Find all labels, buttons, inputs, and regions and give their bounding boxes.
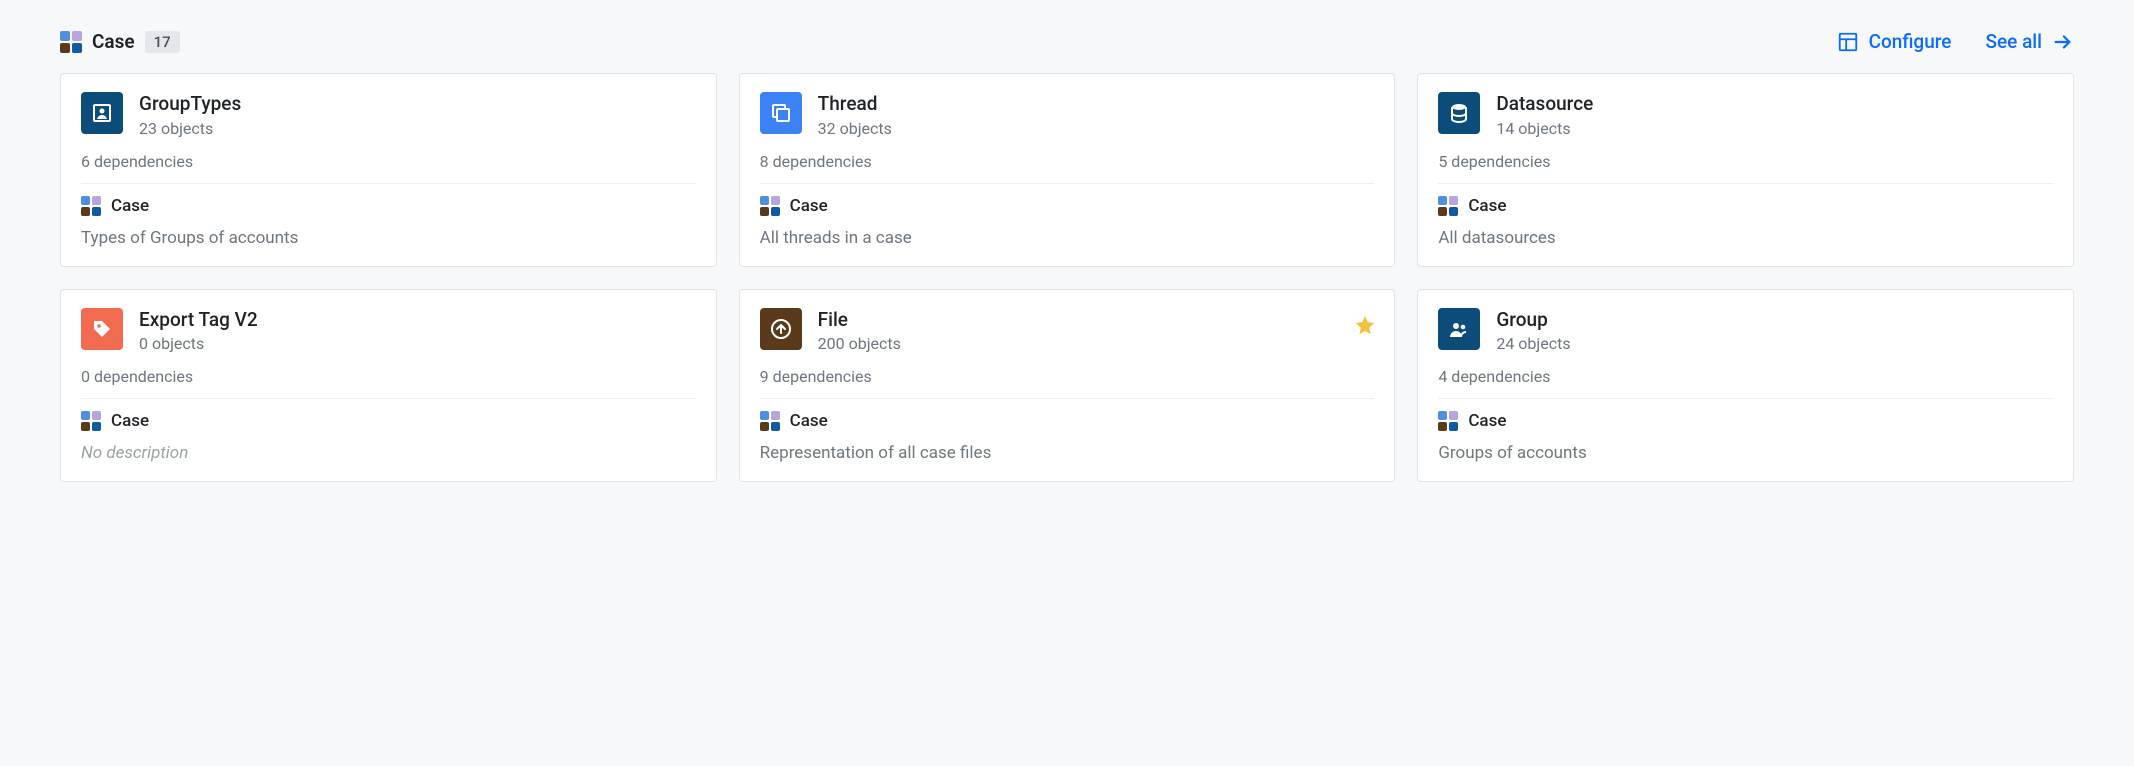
upload-icon <box>760 308 802 350</box>
object-card[interactable]: Datasource 14 objects 5 dependencies Case Al… <box>1417 73 2074 267</box>
card-description: Types of Groups of accounts <box>81 228 696 248</box>
object-card[interactable]: File200 objects 9 dependencies Case Represe… <box>739 289 1396 483</box>
thread-icon <box>760 92 802 134</box>
case-tag-label: Case <box>111 196 149 216</box>
card-description: Groups of accounts <box>1438 443 2053 463</box>
profile-frame-icon <box>81 92 123 134</box>
star-icon <box>1354 314 1376 336</box>
configure-button[interactable]: Configure <box>1837 30 1952 53</box>
see-all-label: See all <box>1985 30 2042 53</box>
case-app-icon <box>81 411 101 431</box>
card-title: Thread <box>818 92 892 117</box>
object-card[interactable]: Export Tag V20 objects 0 dependencies Case… <box>60 289 717 483</box>
case-app-icon <box>1438 411 1458 431</box>
case-tag-label: Case <box>790 196 828 216</box>
card-title: Group <box>1496 308 1570 333</box>
case-tag-label: Case <box>1468 196 1506 216</box>
case-app-icon <box>1438 196 1458 216</box>
card-description: All threads in a case <box>760 228 1375 248</box>
card-object-count: 0 objects <box>139 334 258 353</box>
case-app-icon <box>81 196 101 216</box>
case-app-icon <box>760 196 780 216</box>
object-card[interactable]: GroupTypes 23 objects 6 dependencies Case Ty… <box>60 73 717 267</box>
database-icon <box>1438 92 1480 134</box>
arrow-right-icon <box>2052 31 2074 53</box>
card-object-count: 32 objects <box>818 119 892 138</box>
case-tag: Case <box>1438 196 2053 216</box>
card-title: GroupTypes <box>139 92 241 117</box>
card-dependencies: 5 dependencies <box>1438 152 2053 184</box>
card-description: All datasources <box>1438 228 2053 248</box>
configure-label: Configure <box>1869 30 1952 53</box>
card-dependencies: 6 dependencies <box>81 152 696 184</box>
card-object-count: 24 objects <box>1496 334 1570 353</box>
card-title: Datasource <box>1496 92 1593 117</box>
card-dependencies: 0 dependencies <box>81 367 696 399</box>
case-tag: Case <box>81 411 696 431</box>
layout-icon <box>1837 31 1859 53</box>
card-dependencies: 9 dependencies <box>760 367 1375 399</box>
case-tag: Case <box>81 196 696 216</box>
case-tag-label: Case <box>790 411 828 431</box>
card-object-count: 14 objects <box>1496 119 1593 138</box>
card-description: Representation of all case files <box>760 443 1375 463</box>
card-object-count: 23 objects <box>139 119 241 138</box>
case-tag-label: Case <box>111 411 149 431</box>
card-title: File <box>818 308 901 333</box>
case-tag: Case <box>760 411 1375 431</box>
card-object-count: 200 objects <box>818 334 901 353</box>
section-header: Case 17 <box>60 30 180 53</box>
count-badge: 17 <box>145 31 180 53</box>
case-tag: Case <box>1438 411 2053 431</box>
see-all-button[interactable]: See all <box>1985 30 2074 53</box>
tag-icon <box>81 308 123 350</box>
group-icon <box>1438 308 1480 350</box>
object-card[interactable]: Thread 32 objects 8 dependencies Case All th… <box>739 73 1396 267</box>
section-title: Case <box>92 30 135 53</box>
card-title: Export Tag V2 <box>139 308 258 333</box>
object-card[interactable]: Group24 objects 4 dependencies Case Groups … <box>1417 289 2074 483</box>
case-tag: Case <box>760 196 1375 216</box>
card-description: No description <box>81 443 696 463</box>
case-app-icon <box>760 411 780 431</box>
case-tag-label: Case <box>1468 411 1506 431</box>
card-dependencies: 8 dependencies <box>760 152 1375 184</box>
card-dependencies: 4 dependencies <box>1438 367 2053 399</box>
case-app-icon <box>60 31 82 53</box>
